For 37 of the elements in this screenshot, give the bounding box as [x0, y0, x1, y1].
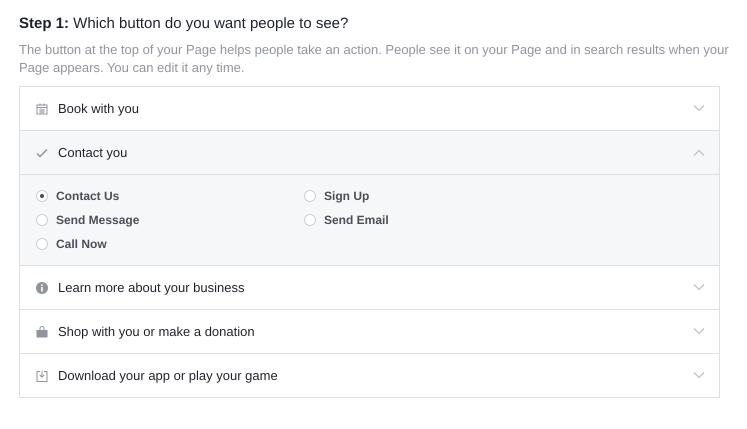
- section-label: Book with you: [58, 101, 140, 116]
- accordion-header[interactable]: Shop with you or make a donation: [20, 309, 719, 353]
- checkmark-icon: [36, 146, 48, 158]
- radio-button[interactable]: [36, 190, 48, 202]
- description-text: The button at the top of your Page helps people take an action. People see it on your Page and in search results when your Page appears. You can edit it any time.: [19, 41, 729, 77]
- section-label: Contact you: [58, 145, 128, 160]
- radio-option[interactable]: Contact Us: [36, 189, 304, 203]
- radio-option[interactable]: Send Message: [36, 213, 304, 227]
- option-label: Call Now: [56, 237, 107, 251]
- calendar-icon: [36, 102, 48, 114]
- section-label: Learn more about your business: [58, 280, 246, 295]
- expand-chevron-icon: [693, 105, 705, 112]
- expand-chevron-icon: [693, 328, 705, 335]
- section-label: Download your app or play your game: [58, 368, 279, 383]
- radio-button[interactable]: [304, 214, 316, 226]
- radio-button[interactable]: [304, 190, 316, 202]
- radio-button[interactable]: [36, 214, 48, 226]
- option-label: Send Email: [324, 213, 389, 227]
- collapse-chevron-icon: [693, 149, 705, 156]
- info-icon: [36, 282, 48, 294]
- step-heading: Step 1: Which button do you want people to see?: [19, 15, 350, 32]
- expand-chevron-icon: [693, 284, 705, 291]
- radio-option[interactable]: Send Email: [304, 213, 703, 227]
- accordion-header[interactable]: Download your app or play your game: [20, 353, 719, 397]
- option-label: Sign Up: [324, 189, 370, 203]
- accordion-header[interactable]: Book with you: [20, 87, 719, 130]
- radio-option[interactable]: Sign Up: [304, 189, 703, 203]
- option-label: Contact Us: [56, 189, 120, 203]
- expand-chevron-icon: [693, 372, 705, 379]
- radio-button[interactable]: [36, 238, 48, 250]
- option-label: Send Message: [56, 213, 140, 227]
- download-icon: [36, 370, 48, 382]
- accordion-header[interactable]: Learn more about your business: [20, 265, 719, 309]
- accordion-header[interactable]: Contact you: [20, 130, 719, 175]
- radio-option[interactable]: Call Now: [36, 237, 304, 251]
- section-label: Shop with you or make a donation: [58, 324, 256, 339]
- shopping-bag-icon: [36, 326, 48, 338]
